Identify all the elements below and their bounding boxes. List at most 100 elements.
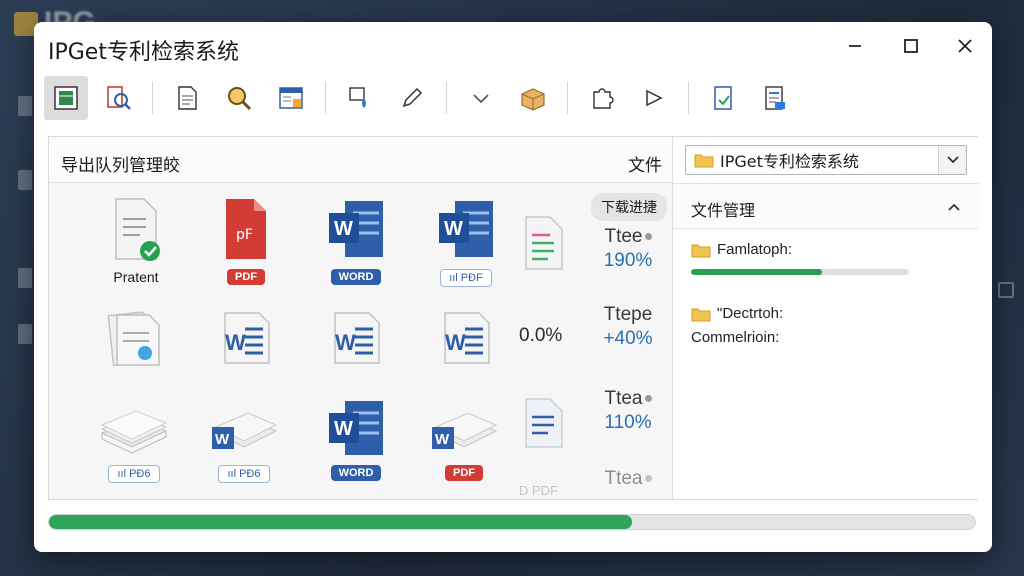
minimize-icon	[849, 45, 861, 47]
queue-file-item[interactable]: W ııl PÐ6	[189, 397, 299, 499]
document-grid-icon	[54, 86, 78, 110]
folder-select[interactable]: IPGet专利检索系统	[685, 145, 967, 175]
close-icon	[958, 39, 972, 53]
toolbar-button-search-document[interactable]	[96, 76, 140, 120]
word-document-icon: W	[334, 312, 380, 364]
queue-stat: Ttea 110%	[595, 387, 661, 435]
toolbar-separator	[446, 82, 447, 114]
download-progress-badge: 下载进捷	[591, 193, 667, 221]
window-title: IPGet专利检索系统	[48, 40, 239, 65]
file-caption: Pratent	[113, 269, 159, 285]
word-badge: WORD	[330, 269, 382, 285]
toolbar-button-calendar-table[interactable]	[269, 76, 313, 120]
pdf-badge: PDF	[227, 269, 265, 285]
pdf-badge: PDF	[445, 465, 483, 481]
word-file-icon: W	[439, 201, 493, 257]
partial-file-label: D PDF	[519, 483, 558, 498]
queue-percent: 0.0%	[519, 325, 563, 346]
folder-icon	[691, 244, 711, 257]
toolbar-separator	[325, 82, 326, 114]
puzzle-icon	[593, 88, 614, 109]
text-document-icon	[525, 398, 563, 448]
select-dropdown-button[interactable]	[938, 146, 966, 174]
queue-file-item[interactable]: W WORD	[301, 397, 411, 499]
svg-text:W: W	[225, 330, 246, 355]
file-manager-title: 文件管理	[691, 201, 756, 220]
queue-file-item[interactable]: W ııl PÐF	[411, 195, 521, 305]
toolbar-button-drop-tool[interactable]	[338, 76, 382, 120]
folder-icon	[694, 154, 714, 168]
export-queue-panel: 导出队列管理皎 文件 Pratent pF PDF W WORD W ııl P…	[49, 137, 673, 499]
word-badge: WORD	[330, 465, 382, 481]
chevron-up-icon	[948, 203, 960, 211]
toolbar-separator	[152, 82, 153, 114]
toolbar-button-document-grid[interactable]	[44, 76, 88, 120]
queue-file-item[interactable]: Pratent	[81, 195, 191, 305]
queue-stat: Ttee 190%	[595, 225, 661, 273]
export-queue-header: 导出队列管理皎 文件	[49, 137, 672, 183]
svg-text:W: W	[215, 431, 230, 448]
toolbar	[40, 72, 986, 124]
toolbar-button-puzzle[interactable]	[580, 76, 624, 120]
stat-value: 110%	[604, 412, 652, 433]
queue-file-item[interactable]: W WORD	[301, 195, 411, 305]
maximize-button[interactable]	[896, 32, 926, 60]
toolbar-button-notes-doc[interactable]	[753, 76, 797, 120]
magnifier-icon	[228, 87, 252, 111]
folder-icon	[691, 308, 711, 321]
folder-select-value: IPGet专利检索系统	[720, 152, 859, 171]
toolbar-button-export-doc[interactable]	[701, 76, 745, 120]
background-sidebar-item	[18, 324, 32, 344]
stat-value: +40%	[603, 328, 653, 349]
pdf-label-badge: ııl PÐ6	[218, 465, 270, 483]
paper-stack-icon	[100, 410, 168, 454]
svg-text:W: W	[334, 418, 353, 440]
toolbar-button-play[interactable]	[632, 76, 676, 120]
queue-stat: Ttepe +40%	[595, 303, 661, 351]
background-sidebar-item	[18, 96, 32, 116]
collapse-button[interactable]	[945, 198, 963, 216]
word-file-icon: W	[329, 201, 383, 257]
close-button[interactable]	[950, 32, 980, 60]
main-window: IPGet专利检索系统 导出队列管理皎 文件 Pratent pF PDF W …	[34, 22, 992, 552]
queue-file-item[interactable]: pF PDF	[191, 195, 301, 305]
stat-label: Ttea	[595, 387, 661, 411]
toolbar-button-magnifier[interactable]	[217, 76, 261, 120]
word-stack-icon: W	[212, 412, 278, 449]
toolbar-separator	[567, 82, 568, 114]
toolbar-button-edit-pen[interactable]	[390, 76, 434, 120]
stat-label: Ttepe	[603, 304, 653, 325]
search-document-icon	[107, 86, 131, 110]
background-sidebar-item	[18, 170, 32, 190]
queue-file-item[interactable]: ııl PÐ6	[79, 397, 189, 499]
package-box-icon	[521, 88, 545, 111]
svg-text:W: W	[335, 330, 356, 355]
toolbar-separator	[688, 82, 689, 114]
file-panel: IPGet专利检索系统 文件管理 Famlatoph: "Dectrtoh: C…	[673, 137, 979, 499]
file-manager-header: 文件管理	[673, 183, 979, 229]
toolbar-button-package-box[interactable]	[511, 76, 555, 120]
toolbar-button-dropdown[interactable]	[459, 76, 503, 120]
folder-progress-fill	[691, 269, 822, 275]
folder-name: "Dectrtoh:	[717, 305, 784, 322]
title-bar[interactable]: IPGet专利检索系统	[34, 22, 992, 72]
word-file-icon: W	[329, 401, 383, 455]
svg-text:pF: pF	[236, 227, 253, 243]
file-manager-item[interactable]: "Dectrtoh:	[691, 305, 783, 322]
word-document-icon: W	[444, 312, 490, 364]
file-manager-item[interactable]: Famlatoph:	[691, 241, 792, 258]
minimize-button[interactable]	[840, 32, 870, 60]
overall-progress-fill	[49, 515, 633, 529]
word-document-icon: W	[224, 312, 270, 364]
toolbar-button-page[interactable]	[165, 76, 209, 120]
maximize-icon	[904, 39, 918, 53]
calendar-table-icon	[279, 87, 303, 109]
notes-doc-icon	[765, 86, 785, 110]
stat-label: Ttea	[595, 467, 661, 491]
folder-name: Famlatoph:	[717, 241, 793, 258]
export-doc-icon	[714, 86, 732, 110]
background-sidebar-item	[18, 268, 32, 288]
background-right-icon	[998, 282, 1014, 298]
text-document-icon	[525, 216, 563, 270]
queue-file-item[interactable]: W PDF	[409, 397, 519, 499]
